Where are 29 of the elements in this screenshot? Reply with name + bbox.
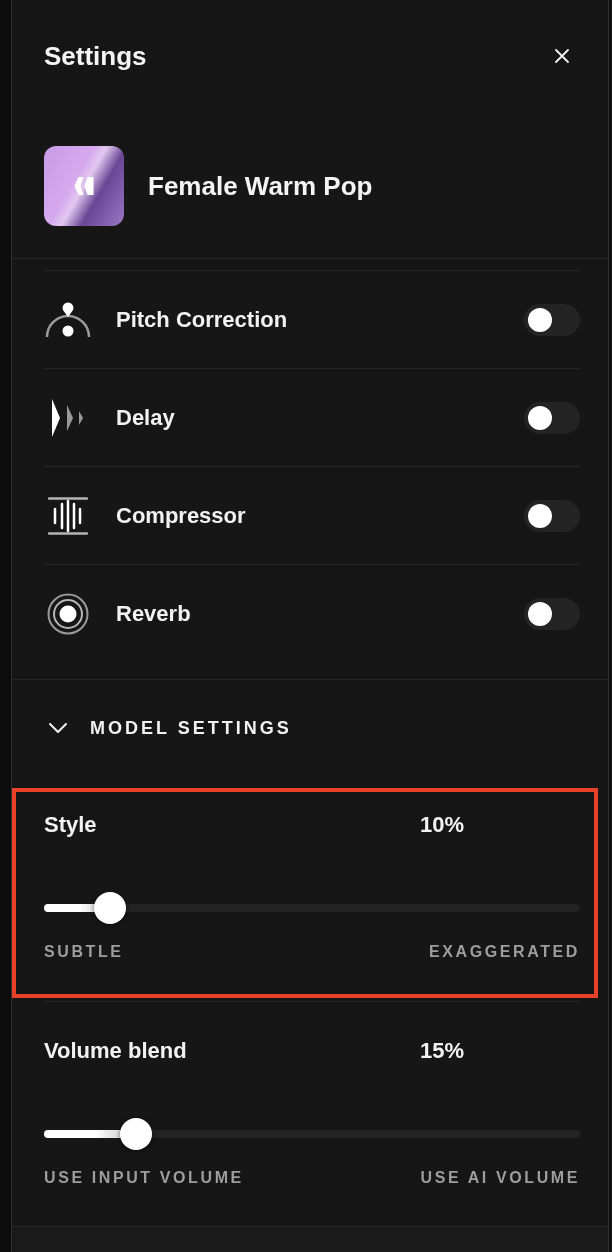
- slider-thumb[interactable]: [119, 1118, 152, 1150]
- arc-dots-icon: [45, 300, 91, 339]
- slider-track[interactable]: [44, 892, 580, 924]
- slider-label: Volume blend: [44, 1037, 188, 1065]
- slider-track[interactable]: [44, 1118, 580, 1150]
- slider-thumb[interactable]: [94, 892, 127, 924]
- slider-value: 15%: [420, 1037, 465, 1065]
- slider-min-label: USE INPUT VOLUME: [44, 1168, 244, 1188]
- toggle-switch[interactable]: [524, 401, 580, 434]
- toggle-switch[interactable]: [524, 499, 580, 532]
- logo-icon: [74, 176, 94, 196]
- waveform-bars-icon: [48, 496, 88, 535]
- slider-value: 10%: [420, 811, 465, 839]
- toggle-switch[interactable]: [524, 597, 580, 630]
- concentric-circles-icon: [47, 592, 89, 635]
- slider-min-label: SUBTLE: [44, 942, 124, 962]
- slider-max-label: USE AI VOLUME: [420, 1168, 580, 1188]
- effect-label: Pitch Correction: [116, 305, 289, 334]
- chevron-down-icon[interactable]: [48, 722, 68, 734]
- slider-max-label: EXAGGERATED: [429, 942, 580, 962]
- toggle-switch[interactable]: [524, 303, 580, 336]
- triangles-icon: [52, 398, 84, 437]
- effect-label: Reverb: [116, 599, 192, 628]
- effect-label: Compressor: [116, 501, 247, 530]
- effect-label: Delay: [116, 403, 176, 432]
- slider-label: Style: [44, 811, 98, 839]
- panel-title: Settings: [44, 40, 147, 73]
- voice-name: Female Warm Pop: [148, 170, 373, 203]
- section-toggle[interactable]: MODEL SETTINGS: [48, 716, 292, 740]
